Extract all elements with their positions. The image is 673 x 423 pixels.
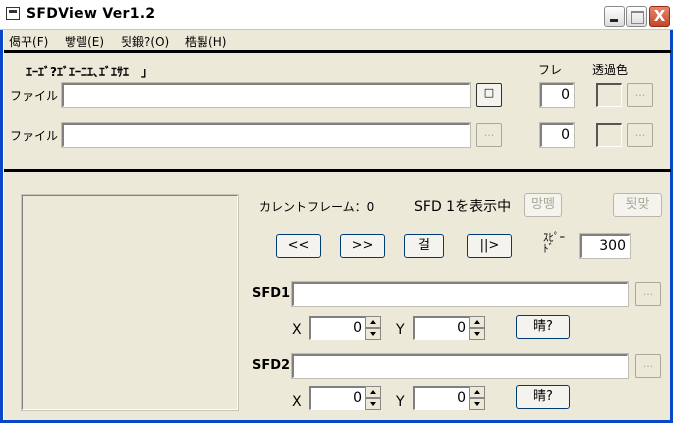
speed-input[interactable]: 300 [579, 233, 631, 259]
sfd1-x-value[interactable]: 0 [309, 316, 365, 340]
menu-bar: 偈꾸(F) 빻렐(E) 됫鍛?(O) 梏툃(H) [4, 30, 671, 50]
file2-path-input[interactable] [61, 122, 471, 148]
sfd1-y-value[interactable]: 0 [413, 316, 469, 340]
file1-color-button[interactable]: ... [627, 83, 653, 107]
title-bar[interactable]: SFDView Ver1.2 X [0, 0, 673, 30]
file2-color-swatch [596, 123, 622, 147]
file2-frame-input[interactable]: 0 [539, 122, 575, 148]
sfd2-y-label: Y [396, 394, 405, 410]
speed-label: ｽﾋﾟｰ ﾄﾞ [543, 231, 565, 255]
window-title: SFDView Ver1.2 [26, 6, 156, 22]
app-window: SFDView Ver1.2 X 偈꾸(F) 빻렐(E) 됫鍛?(O) 梏툃(H… [0, 0, 673, 423]
sfd2-x-label: X [292, 394, 302, 410]
client-area: 偈꾸(F) 빻렐(E) 됫鍛?(O) 梏툃(H) ｴｰｴﾞ?ｴﾞｴｰﾆｴ､ｴﾞｴ… [3, 30, 671, 420]
sfd1-browse-button[interactable]: ... [635, 282, 661, 306]
sfd2-path-input[interactable] [291, 353, 629, 379]
file1-browse-button[interactable]: □ [476, 83, 502, 107]
frame-column-header: フレ [538, 63, 563, 77]
file1-path-input[interactable] [61, 82, 471, 108]
sfd2-y-value[interactable]: 0 [413, 386, 469, 410]
spin-up-icon[interactable] [469, 386, 485, 398]
sfd1-label: SFD1 [252, 286, 291, 301]
sfd1-x-label: X [292, 322, 302, 338]
current-frame-label: カレントフレーム：0 [259, 200, 375, 214]
forward-button[interactable]: >> [340, 234, 385, 258]
file1-label: ファイル１ [10, 89, 71, 103]
spin-up-icon[interactable] [365, 386, 381, 398]
menu-file[interactable]: 偈꾸(F) [9, 33, 48, 50]
close-button[interactable]: X [649, 6, 670, 27]
top-button-a[interactable]: 망뗑 [524, 193, 562, 217]
section-divider [4, 169, 671, 172]
stop-button[interactable]: 걸 [404, 234, 444, 258]
minimize-button[interactable] [604, 6, 625, 27]
sfd1-path-input[interactable] [291, 281, 629, 307]
sfd1-y-label: Y [396, 322, 405, 338]
sfd1-x-spinner[interactable]: 0 [309, 316, 381, 340]
menu-edit[interactable]: 빻렐(E) [65, 33, 104, 50]
sfd2-x-value[interactable]: 0 [309, 386, 365, 410]
sfd2-y-spinner[interactable]: 0 [413, 386, 485, 410]
rewind-button[interactable]: << [276, 234, 321, 258]
spin-down-icon[interactable] [365, 328, 381, 340]
play-pause-button[interactable]: ||> [467, 234, 512, 258]
file2-label: ファイル２ [10, 129, 71, 143]
file2-color-button[interactable]: ... [627, 123, 653, 147]
sfd1-y-spinner[interactable]: 0 [413, 316, 485, 340]
preview-area [21, 194, 239, 411]
menu-divider [4, 50, 671, 53]
files-header-label: ｴｰｴﾞ?ｴﾞｴｰﾆｴ､ｴﾞｴｻｴ 」 [26, 65, 153, 79]
spin-down-icon[interactable] [365, 398, 381, 410]
spin-up-icon[interactable] [469, 316, 485, 328]
sfd2-label: SFD2 [252, 358, 291, 373]
file1-frame-input[interactable]: 0 [539, 82, 575, 108]
spin-up-icon[interactable] [365, 316, 381, 328]
menu-options[interactable]: 됫鍛?(O) [121, 33, 169, 50]
spin-down-icon[interactable] [469, 328, 485, 340]
maximize-button[interactable] [626, 6, 647, 27]
file1-color-swatch [596, 83, 622, 107]
spin-down-icon[interactable] [469, 398, 485, 410]
sfd2-action-button[interactable]: 晴? [516, 385, 570, 409]
sfd1-action-button[interactable]: 晴? [516, 315, 570, 339]
sfd2-browse-button[interactable]: ... [635, 354, 661, 378]
app-window-icon[interactable] [6, 7, 20, 20]
top-button-b[interactable]: 됫맞 [613, 193, 662, 217]
showing-sfd-label: SFD 1を表示中 [414, 199, 512, 215]
sfd2-x-spinner[interactable]: 0 [309, 386, 381, 410]
menu-help[interactable]: 梏툃(H) [185, 33, 226, 50]
file2-browse-button[interactable]: ... [476, 123, 502, 147]
close-icon: X [653, 7, 666, 25]
transparent-color-header: 透過色 [592, 63, 629, 77]
